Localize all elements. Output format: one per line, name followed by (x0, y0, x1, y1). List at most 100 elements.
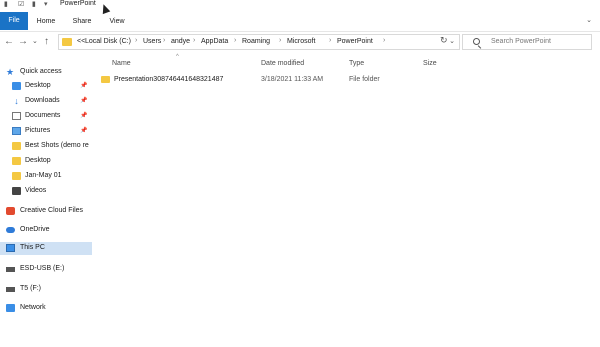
folder-icon (62, 38, 72, 46)
quick-access-newfolder-icon[interactable]: ▮ (32, 0, 36, 8)
pin-icon[interactable]: 📌 (80, 126, 87, 136)
breadcrumb-microsoft[interactable]: Microsoft (287, 38, 315, 45)
address-row: ← → ⌄ ↑ << Local Disk (C:) › Users › and… (0, 32, 600, 52)
sidebar-item-label: T5 (F:) (20, 285, 41, 292)
quick-access-folder-icon[interactable]: ▮ (4, 0, 8, 8)
folder-icon (12, 172, 21, 180)
sidebar-item-this-pc[interactable]: This PC (0, 242, 92, 255)
breadcrumb-separator-icon: › (329, 37, 332, 44)
file-date: 3/18/2021 11:33 AM (261, 76, 324, 83)
breadcrumb-separator-icon: › (193, 37, 196, 44)
sidebar-item-label: Desktop (25, 82, 51, 89)
sidebar-item-label: Jan-May 01 (25, 172, 62, 179)
breadcrumb-separator-icon: › (163, 37, 166, 44)
onedrive-icon (6, 227, 15, 233)
tab-share[interactable]: Share (70, 14, 94, 30)
title-bar: ▮ ☑ ▮ ▾ PowerPoint (0, 0, 600, 10)
sidebar-item-label: OneDrive (20, 226, 50, 233)
sidebar-item-label: Creative Cloud Files (20, 207, 84, 214)
breadcrumb-andye[interactable]: andye (171, 38, 190, 45)
tab-view[interactable]: View (106, 14, 128, 30)
sidebar-item-network[interactable]: Network (0, 303, 92, 315)
breadcrumb-separator-icon: › (135, 37, 138, 44)
sidebar-item-desktop[interactable]: Desktop 📌 (0, 81, 92, 93)
star-icon: ★ (6, 67, 15, 77)
sidebar-item-documents[interactable]: Documents 📌 (0, 111, 92, 123)
sidebar-item-creative-cloud[interactable]: Creative Cloud Files (0, 206, 92, 218)
column-header-size[interactable]: Size (423, 58, 437, 70)
folder-icon (12, 157, 21, 165)
breadcrumb-separator-icon: › (234, 37, 237, 44)
sidebar-item-downloads[interactable]: ↓ Downloads 📌 (0, 96, 92, 108)
pin-icon[interactable]: 📌 (80, 111, 87, 121)
quick-access-dropdown-icon[interactable]: ▾ (44, 0, 48, 8)
breadcrumb-appdata[interactable]: AppData (201, 38, 228, 45)
sidebar-item-label: Documents (25, 112, 61, 119)
column-header-type[interactable]: Type (349, 58, 364, 70)
breadcrumb-separator-icon: › (279, 37, 282, 44)
folder-icon (101, 76, 110, 83)
sidebar-item-label: Pictures (25, 127, 51, 134)
table-row[interactable]: Presentation30874644164832148​7 3/18/202… (100, 74, 580, 86)
pin-icon[interactable]: 📌 (80, 96, 87, 106)
sidebar-item-label: Videos (25, 187, 47, 194)
ribbon: File Home Share View ⌄ (0, 10, 600, 32)
column-header-date[interactable]: Date modified (261, 58, 304, 70)
sidebar-item-label: This PC (20, 244, 45, 251)
sidebar-item-quick-access[interactable]: ★ Quick access (0, 67, 92, 79)
column-header-name[interactable]: Name (112, 58, 131, 70)
address-dropdown-icon[interactable]: ⌄ (449, 37, 455, 45)
file-list: ^ Name Date modified Type Size Presentat… (92, 52, 600, 347)
sidebar-item-desktop-folder[interactable]: Desktop (0, 156, 92, 168)
forward-arrow-icon[interactable]: → (18, 36, 28, 48)
navigation-pane: ★ Quick access Desktop 📌 ↓ Downloads 📌 D… (0, 60, 92, 347)
sidebar-item-label: Best Shots (demo re (25, 142, 89, 149)
search-box[interactable]: Search PowerPoint (462, 34, 592, 50)
quick-access-properties-icon[interactable]: ☑ (18, 0, 24, 8)
sidebar-item-onedrive[interactable]: OneDrive (0, 225, 92, 237)
breadcrumb-local-disk[interactable]: Local Disk (C:) (85, 38, 131, 45)
file-type: File folder (349, 76, 380, 83)
pictures-icon (12, 127, 21, 135)
desktop-icon (12, 82, 21, 90)
address-bar[interactable]: << Local Disk (C:) › Users › andye › App… (58, 34, 460, 50)
ribbon-expand-icon[interactable]: ⌄ (586, 16, 592, 24)
tab-file[interactable]: File (0, 12, 28, 30)
sidebar-item-label: Quick access (20, 68, 62, 75)
network-icon (6, 304, 15, 312)
sidebar-item-best-shots[interactable]: Best Shots (demo re (0, 141, 92, 153)
search-icon (473, 38, 480, 45)
drive-icon (6, 267, 15, 272)
sidebar-item-pictures[interactable]: Pictures 📌 (0, 126, 92, 138)
sidebar-item-videos[interactable]: Videos (0, 186, 92, 198)
window-title: PowerPoint (60, 0, 96, 7)
sidebar-item-label: Desktop (25, 157, 51, 164)
drive-icon (6, 287, 15, 292)
tab-home[interactable]: Home (34, 14, 58, 30)
address-overflow[interactable]: << (77, 38, 85, 45)
sort-caret-icon: ^ (176, 54, 179, 60)
search-input[interactable]: Search PowerPoint (491, 38, 551, 45)
breadcrumb-users[interactable]: Users (143, 38, 161, 45)
up-arrow-icon[interactable]: ↑ (44, 36, 49, 48)
creative-cloud-icon (6, 207, 15, 215)
videos-icon (12, 187, 21, 195)
sidebar-item-label: ESD-USB (E:) (20, 265, 65, 272)
recent-locations-icon[interactable]: ⌄ (32, 36, 38, 48)
pin-icon[interactable]: 📌 (80, 81, 87, 91)
sidebar-item-label: Network (20, 304, 46, 311)
breadcrumb-roaming[interactable]: Roaming (242, 38, 270, 45)
sidebar-item-t5[interactable]: T5 (F:) (0, 284, 92, 296)
breadcrumb-separator-icon: › (383, 37, 386, 44)
file-name: Presentation30874644164832148​7 (114, 76, 224, 83)
downloads-icon: ↓ (14, 96, 19, 106)
breadcrumb-powerpoint[interactable]: PowerPoint (337, 38, 373, 45)
sidebar-item-label: Downloads (25, 97, 60, 104)
refresh-icon[interactable]: ↻ (440, 35, 448, 46)
folder-icon (12, 142, 21, 150)
sidebar-item-esd-usb[interactable]: ESD-USB (E:) (0, 264, 92, 276)
documents-icon (12, 112, 21, 120)
back-arrow-icon[interactable]: ← (4, 36, 14, 48)
computer-icon (6, 244, 15, 252)
sidebar-item-jan-may[interactable]: Jan-May 01 (0, 171, 92, 183)
